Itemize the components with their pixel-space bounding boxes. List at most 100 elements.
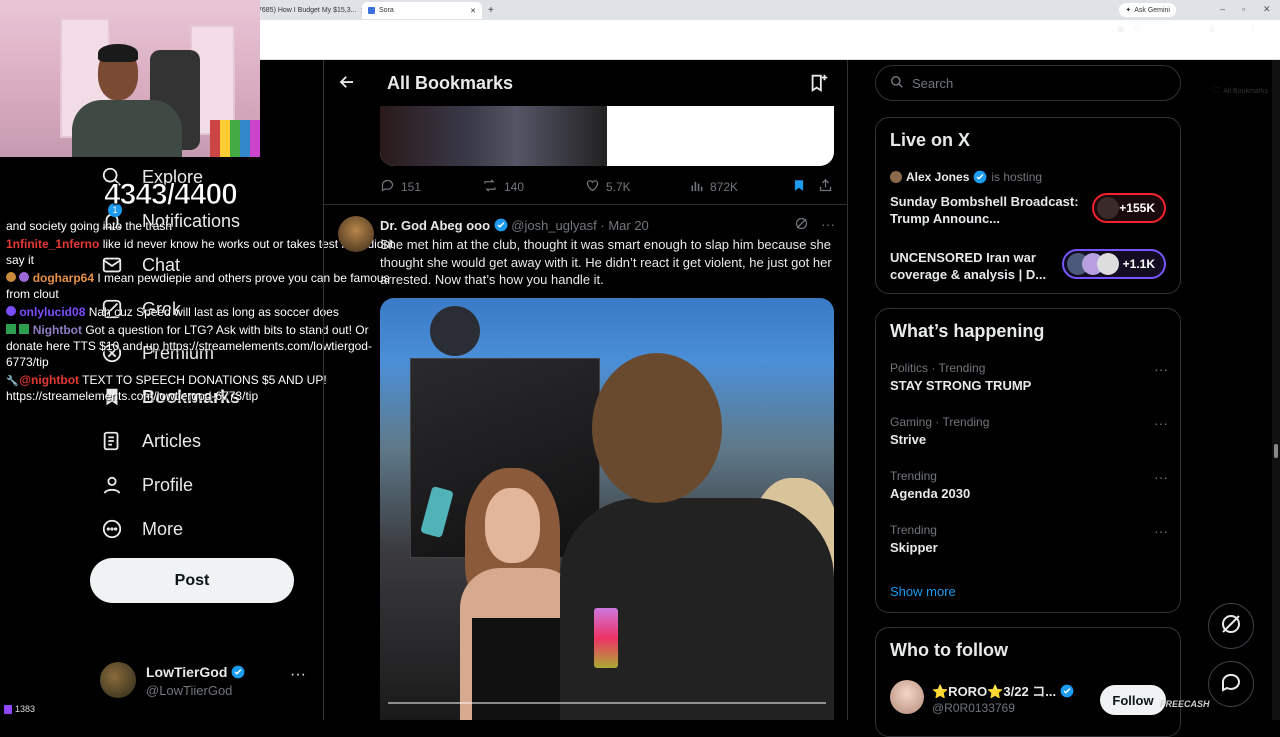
trend-name: STAY STRONG TRUMP xyxy=(890,378,1032,393)
chat-badge-icon xyxy=(19,272,30,282)
reply-button[interactable]: 151 xyxy=(380,178,421,196)
grok-fab-button[interactable] xyxy=(1208,603,1254,649)
add-bookmark-folder-icon[interactable] xyxy=(808,72,832,96)
window-close-icon[interactable]: ✕ xyxy=(1263,4,1271,15)
live-listeners-pill[interactable]: +155K xyxy=(1092,193,1166,223)
verified-badge-icon xyxy=(1060,684,1074,698)
follow-button[interactable]: Follow xyxy=(1100,685,1166,715)
webcam-toys xyxy=(210,120,260,157)
webcam-person xyxy=(72,100,182,157)
suggested-user-name-row[interactable]: ⭐RORO⭐3/22 コ... xyxy=(932,681,1074,700)
new-tab-button[interactable]: + xyxy=(482,2,498,19)
more-dots-icon[interactable]: ··· xyxy=(1154,415,1168,431)
page-scrollbar[interactable] xyxy=(1272,60,1280,720)
sidebar-item-label: Articles xyxy=(142,430,202,451)
browser-tab[interactable]: Sora ✕ xyxy=(362,2,482,19)
page-title: All Bookmarks xyxy=(387,73,514,93)
suggested-user-name: ⭐RORO⭐3/22 コ... xyxy=(932,684,1057,699)
trend-name: Strive xyxy=(890,432,927,447)
video-woman-face xyxy=(485,488,540,563)
account-name: LowTierGod xyxy=(146,664,228,680)
trend-name: Skipper xyxy=(890,540,938,555)
sidebar-item-label: More xyxy=(142,518,184,539)
trend-meta: Gaming · Trending xyxy=(890,415,990,429)
live-listeners-pill[interactable]: +1.1K xyxy=(1062,249,1166,279)
minimize-icon[interactable]: – xyxy=(1220,4,1225,14)
more-dots-icon[interactable]: ··· xyxy=(1154,361,1168,377)
page-header: All Bookmarks xyxy=(324,60,847,106)
download-icon[interactable]: ⇩ xyxy=(1208,24,1218,34)
post-author[interactable]: Dr. God Abeg ooo xyxy=(380,218,490,233)
video-woman-top xyxy=(472,618,568,720)
ask-gemini-label: Ask Gemini xyxy=(1134,6,1170,14)
all-bookmarks-label: All Bookmarks xyxy=(1223,88,1268,95)
live-title[interactable]: UNCENSORED Iran war coverage & analysis … xyxy=(890,249,1080,283)
post-video[interactable] xyxy=(380,298,834,720)
ask-gemini-button[interactable]: ✦ Ask Gemini xyxy=(1119,3,1176,17)
trend-meta: Trending xyxy=(890,469,937,483)
avatar[interactable] xyxy=(338,216,374,252)
host-avatar xyxy=(890,171,902,183)
more-dots-icon[interactable]: ··· xyxy=(821,216,835,234)
verified-badge-icon xyxy=(973,170,987,184)
video-progress-bar[interactable] xyxy=(388,702,826,704)
search-icon xyxy=(890,75,904,92)
views-button[interactable]: 872K xyxy=(689,178,738,196)
back-arrow-icon[interactable] xyxy=(338,73,356,96)
share-button[interactable] xyxy=(818,178,833,196)
host-suffix: is hosting xyxy=(991,170,1043,184)
webcam-feed xyxy=(0,0,260,157)
more-dots-icon[interactable]: ··· xyxy=(1154,469,1168,485)
all-bookmarks-folder[interactable]: 🗀 All Bookmarks xyxy=(1213,86,1268,97)
sidebar-item-profile[interactable]: Profile xyxy=(100,473,193,497)
chat-message: Nightbot Got a question for LTG? Ask wit… xyxy=(6,322,406,370)
live-title[interactable]: Sunday Bombshell Broadcast: Trump Announ… xyxy=(890,193,1080,227)
grok-icon xyxy=(1219,612,1243,641)
chart-icon xyxy=(689,178,704,196)
post-handle[interactable]: @josh_uglyasf xyxy=(511,218,596,233)
grok-icon[interactable] xyxy=(794,216,809,234)
verified-badge-icon xyxy=(231,665,245,679)
post-button[interactable]: Post xyxy=(90,558,294,603)
webcam-person-hair xyxy=(98,44,138,62)
show-more-link[interactable]: Show more xyxy=(890,584,956,599)
bookmarked-button[interactable] xyxy=(792,178,806,196)
account-switcher[interactable]: LowTierGod @LowTiierGod ··· xyxy=(100,660,320,700)
browser-tab[interactable]: 7685) How I Budget My $15,3... ✕ xyxy=(252,2,362,19)
listener-avatar xyxy=(1097,253,1119,275)
tab-label: Sora xyxy=(379,7,394,14)
search-input[interactable]: Search xyxy=(875,65,1181,101)
close-tab-icon[interactable]: ✕ xyxy=(470,7,476,15)
post-date[interactable]: Mar 20 xyxy=(608,218,648,233)
trend-item[interactable]: Gaming · Trending Strive ··· xyxy=(890,415,1168,447)
viewer-count-value: 1383 xyxy=(15,704,36,714)
gemini-icon: ✦ xyxy=(1125,7,1132,14)
goal-counter: 4343/4400 xyxy=(104,178,239,212)
trend-item[interactable]: Politics · Trending STAY STRONG TRUMP ··… xyxy=(890,361,1168,393)
chat-badge-icon xyxy=(19,324,30,334)
zoom-icon[interactable]: ⊕ xyxy=(1117,24,1127,34)
tab-label: 7685) How I Budget My $15,3... xyxy=(258,7,357,14)
menu-dots-icon[interactable]: ⋮ xyxy=(1248,23,1258,33)
avatar xyxy=(100,662,136,698)
host-name[interactable]: Alex Jones xyxy=(906,170,969,184)
chat-message: onlylucid08 Nah cuz Speed will last as l… xyxy=(6,304,406,320)
like-button[interactable]: 5.7K xyxy=(585,178,631,196)
trend-item[interactable]: Trending Agenda 2030 ··· xyxy=(890,469,1168,501)
sora-favicon-icon xyxy=(368,7,375,14)
more-dots-icon[interactable]: ··· xyxy=(1154,523,1168,539)
trend-item[interactable]: Trending Skipper ··· xyxy=(890,523,1168,555)
scrollbar-thumb[interactable] xyxy=(1274,444,1278,458)
sidebar-item-more[interactable]: More xyxy=(100,517,183,541)
account-more-icon[interactable]: ··· xyxy=(290,666,306,684)
star-icon[interactable]: ☆ xyxy=(1132,23,1142,34)
repost-button[interactable]: 140 xyxy=(482,178,524,196)
avatar[interactable] xyxy=(890,680,924,714)
messages-fab-button[interactable] xyxy=(1208,661,1254,707)
video-man-head xyxy=(592,353,722,503)
chat-message: 🔧 @nightbot TEXT TO SPEECH DONATIONS $5 … xyxy=(6,372,406,404)
maximize-icon[interactable]: ▫ xyxy=(1242,4,1245,14)
previous-post-media[interactable] xyxy=(380,106,834,166)
article-icon xyxy=(100,429,124,453)
sidebar-item-articles[interactable]: Articles xyxy=(100,429,201,453)
